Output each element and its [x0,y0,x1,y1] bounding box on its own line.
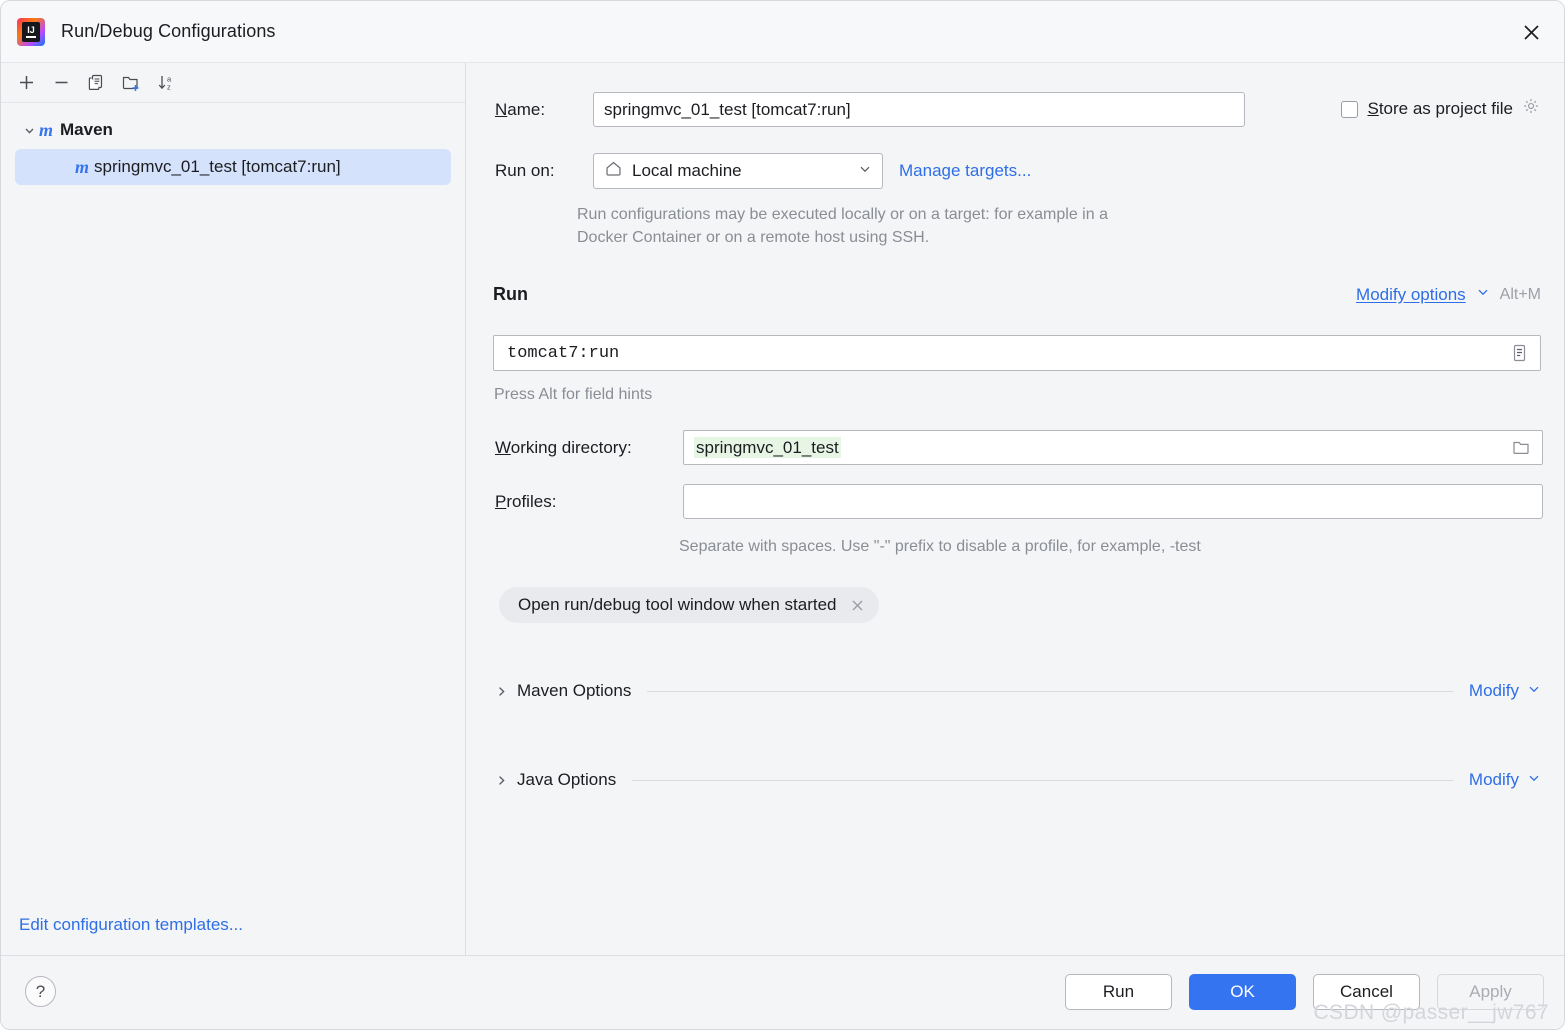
cancel-button[interactable]: Cancel [1313,974,1420,1010]
run-on-row: Run on: Local machine Manage targets... [495,153,1031,189]
store-as-project-file-row[interactable]: Store as project file [1341,97,1541,121]
sidebar-item-springmvc-01-test[interactable]: m springmvc_01_test [tomcat7:run] [15,149,451,185]
working-directory-value: springmvc_01_test [694,436,1506,458]
configurations-sidebar: a z m Maven m springmvc_01_test [tomcat7… [1,62,466,957]
run-section-header: Run Modify options Alt+M [493,284,1541,305]
chevron-down-icon [858,161,872,181]
run-on-label: Run on: [495,161,555,180]
run-on-select[interactable]: Local machine [593,153,883,189]
maven-icon: m [75,156,90,177]
add-configuration-button[interactable] [10,68,42,98]
run-on-value: Local machine [632,161,742,180]
section-java-options[interactable]: Java Options Modify [495,770,1541,790]
section-title: Maven Options [517,681,632,700]
section-title: Java Options [517,770,617,789]
edit-configuration-templates-link[interactable]: Edit configuration templates... [19,915,243,935]
modify-options-link[interactable]: Modify options [1356,285,1466,305]
profiles-row: Profiles: [495,484,1543,519]
working-directory-macro-value: springmvc_01_test [694,436,841,458]
ok-button[interactable]: OK [1189,974,1296,1010]
run-button[interactable]: Run [1065,974,1172,1010]
close-icon[interactable] [1516,17,1546,47]
dialog-footer: ? Run OK Cancel Apply [1,955,1564,1029]
section-maven-options[interactable]: Maven Options Modify [495,681,1541,701]
configurations-tree: m Maven m springmvc_01_test [tomcat7:run… [1,103,465,185]
name-row: Name: springmvc_01_test [tomcat7:run] [495,92,1245,127]
working-directory-label: Working directory: [495,437,632,457]
new-folder-icon[interactable] [115,68,147,98]
sidebar-item-label: springmvc_01_test [tomcat7:run] [94,157,341,176]
chevron-down-icon[interactable] [19,124,39,137]
run-command-hint: Press Alt for field hints [494,386,653,403]
apply-button: Apply [1437,974,1544,1010]
option-chip-label: Open run/debug tool window when started [518,595,837,614]
option-chip-open-run-debug-tool-window[interactable]: Open run/debug tool window when started [499,587,880,623]
section-divider [647,690,1453,692]
folder-icon[interactable] [1506,433,1536,463]
gear-icon[interactable] [1522,97,1541,121]
chevron-down-icon[interactable] [1527,682,1541,701]
sidebar-toolbar: a z [1,63,465,103]
help-button[interactable]: ? [25,976,56,1007]
profiles-label: Profiles: [495,491,557,511]
configuration-editor-panel: Name: springmvc_01_test [tomcat7:run] St… [467,62,1564,957]
run-command-input[interactable]: tomcat7:run [493,335,1541,371]
chevron-down-icon[interactable] [1476,285,1490,304]
java-options-modify-link[interactable]: Modify [1469,770,1519,790]
intellij-idea-icon: IJ [17,17,45,46]
tree-group-maven[interactable]: m Maven [1,113,465,147]
store-as-project-file-checkbox[interactable] [1341,100,1359,118]
profiles-input[interactable] [683,484,1543,519]
name-label: Name: [495,99,546,119]
run-command-value: tomcat7:run [507,343,620,363]
run-on-description: Run configurations may be executed local… [577,206,1108,247]
tree-group-label: Maven [60,120,113,139]
sort-alphabetical-icon[interactable]: a z [150,68,182,98]
footer-buttons: Run OK Cancel Apply [1065,974,1544,1010]
document-icon[interactable] [1504,338,1534,368]
chevron-right-icon[interactable] [495,774,517,787]
name-input[interactable]: springmvc_01_test [tomcat7:run] [593,92,1245,127]
run-section-title: Run [493,284,528,304]
chevron-right-icon[interactable] [495,685,517,698]
home-icon [604,159,623,183]
dialog-titlebar: IJ Run/Debug Configurations [1,1,1564,62]
manage-targets-link[interactable]: Manage targets... [899,161,1031,181]
working-directory-row: Working directory: springmvc_01_test [495,430,1543,465]
svg-text:z: z [167,83,171,92]
store-as-project-file-label: Store as project file [1367,99,1513,118]
close-icon[interactable] [850,598,865,613]
modify-options-shortcut: Alt+M [1499,285,1541,303]
section-divider [632,779,1453,781]
maven-icon: m [39,119,54,140]
chevron-down-icon[interactable] [1527,771,1541,790]
working-directory-input[interactable]: springmvc_01_test [683,430,1543,465]
run-debug-configurations-dialog: IJ Run/Debug Configurations a z m Maven … [0,0,1565,1030]
profiles-hint: Separate with spaces. Use "-" prefix to … [679,538,1201,555]
remove-configuration-button[interactable] [45,68,77,98]
copy-configuration-icon[interactable] [80,68,112,98]
maven-options-modify-link[interactable]: Modify [1469,681,1519,701]
dialog-title: Run/Debug Configurations [61,21,276,41]
